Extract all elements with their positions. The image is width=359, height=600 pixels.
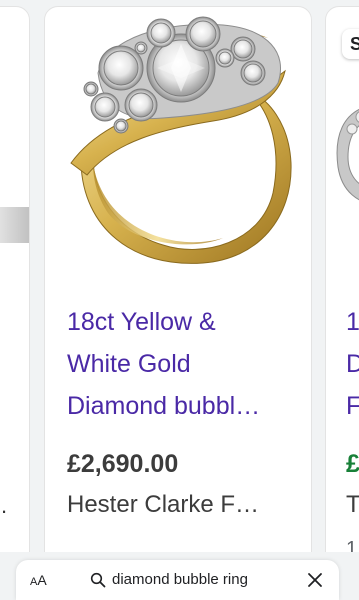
product-price-partial: £ [346,450,359,478]
sponsored-badge: S [342,29,359,59]
browser-bottom-bar: AA diamond bubble ring [0,552,359,600]
text-size-button[interactable]: AA [30,570,47,592]
close-icon[interactable] [306,571,324,589]
product-title-line: D [346,343,359,385]
search-icon [90,572,106,588]
product-image-partial [0,207,29,243]
product-title-line: 18ct Yellow & [67,308,216,336]
diamond-ring-image[interactable] [53,13,305,283]
product-title-line: F [346,385,359,427]
product-card-previous[interactable]: . [0,6,30,566]
address-bar[interactable]: AA diamond bubble ring [16,560,339,600]
product-card[interactable]: 18ct Yellow & White Gold Diamond bubbl… … [44,6,312,566]
product-title-line: Diamond bubbl… [67,392,261,420]
seller-text-partial: . [1,493,8,518]
product-title[interactable]: 18ct Yellow & White Gold Diamond bubbl… [67,301,303,427]
ring-image-partial [336,109,359,201]
product-seller: Hester Clarke F… [67,491,260,518]
product-title-line: White Gold [67,350,191,378]
product-card-next[interactable]: S 1 D F £ T 1 [325,6,359,566]
address-query-text[interactable]: diamond bubble ring [112,570,248,590]
shopping-carousel: . 18ct Yellow & White Gold Diamond bubbl… [0,0,359,600]
text-size-large-label: A [37,572,47,588]
product-seller-partial: T [346,489,359,521]
product-title-partial[interactable]: 1 D F [346,301,359,427]
product-price: £2,690.00 [67,450,179,478]
product-title-line: 1 [346,308,359,336]
